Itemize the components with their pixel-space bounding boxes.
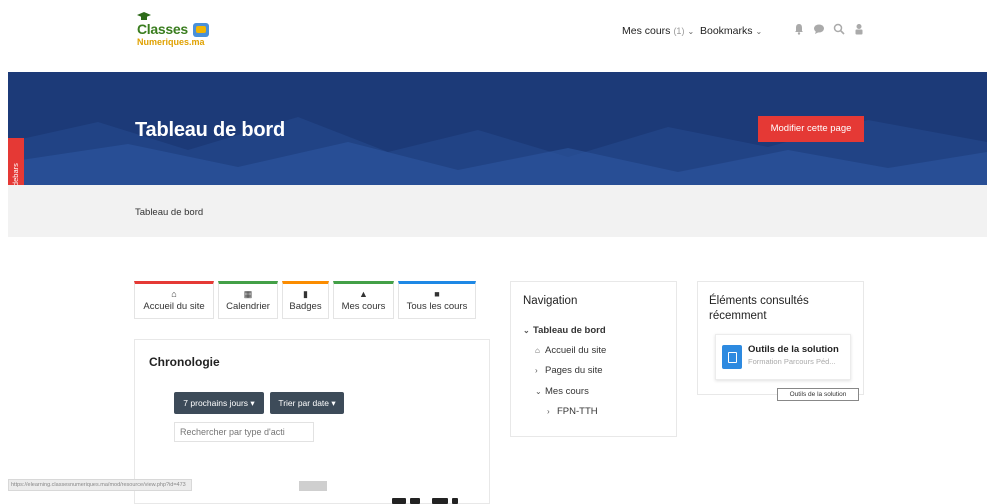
nav-item-label: Pages du site <box>545 365 603 376</box>
chevron-down-icon: ⌄ <box>535 387 542 396</box>
top-navbar: Classes Numeriques.ma Mes cours (1) ⌄ Bo… <box>0 0 987 72</box>
sort-dropdown[interactable]: Trier par date ▾ <box>270 392 344 414</box>
cropped-text-fragment <box>392 492 472 504</box>
archive-icon: ■ <box>434 289 440 299</box>
quick-link-badges[interactable]: ▮ Badges <box>282 281 329 319</box>
nav-item-label: Tableau de bord <box>533 325 606 336</box>
home-icon: ⌂ <box>535 346 540 355</box>
chevron-right-icon: › <box>535 366 538 375</box>
activity-search-input[interactable] <box>174 422 314 442</box>
scroll-chip <box>299 481 327 491</box>
chevron-right-icon: › <box>547 407 550 416</box>
nav-item-mes-cours[interactable]: ⌄ Mes cours <box>535 386 589 397</box>
calendar-icon: ▦ <box>243 289 253 299</box>
browser-status-url: https://elearning.classesnumeriques.ma/m… <box>8 479 192 491</box>
bookmarks-menu[interactable]: Bookmarks ⌄ <box>700 25 762 37</box>
mes-cours-label: Mes cours <box>622 25 671 37</box>
recent-item-title: Outils de la solution <box>748 344 839 355</box>
chat-icon[interactable] <box>813 23 825 35</box>
nav-item-fpn-tth[interactable]: › FPN-TTH <box>547 406 598 417</box>
breadcrumb-bar: Tableau de bord <box>8 185 987 237</box>
quick-link-label: Mes cours <box>341 301 386 312</box>
chevron-down-icon: ⌄ <box>755 26 763 36</box>
bookmark-icon: ▮ <box>303 289 308 299</box>
quick-link-calendrier[interactable]: ▦ Calendrier <box>218 281 278 319</box>
logo-text-line1: Classes <box>137 21 188 37</box>
quick-link-label: Badges <box>289 301 322 312</box>
quick-link-label: Tous les cours <box>406 301 468 312</box>
recent-items-title: Éléments consultés récemment <box>709 295 809 322</box>
nav-item-tableau-de-bord[interactable]: ⌄ Tableau de bord <box>523 325 606 336</box>
nav-item-label: Mes cours <box>545 386 589 397</box>
user-icon[interactable] <box>853 23 865 35</box>
mes-cours-menu[interactable]: Mes cours (1) ⌄ <box>622 25 694 37</box>
navigation-block: Navigation ⌄ Tableau de bord ⌂ Accueil du … <box>510 281 677 437</box>
timeline-title: Chronologie <box>149 355 220 369</box>
caret-down-icon: ▾ <box>250 398 255 408</box>
mes-cours-count: (1) <box>673 26 685 36</box>
graduation-cap-icon: ▲ <box>359 289 368 299</box>
days-filter-label: 7 prochains jours <box>183 398 249 408</box>
navigation-title: Navigation <box>523 295 578 307</box>
site-logo[interactable]: Classes Numeriques.ma <box>135 12 225 50</box>
recent-item-course: Formation Parcours Péd... <box>748 357 836 366</box>
quick-links: ⌂ Accueil du site ▦ Calendrier ▮ Badges … <box>134 281 476 319</box>
quick-link-label: Accueil du site <box>143 301 205 312</box>
file-icon <box>722 345 742 369</box>
nav-item-accueil-du-site[interactable]: ⌂ Accueil du site <box>535 345 606 356</box>
nav-item-label: FPN-TTH <box>557 406 598 417</box>
edit-page-button[interactable]: Modifier cette page <box>758 116 864 142</box>
logo-text-line2: Numeriques.ma <box>137 37 205 47</box>
tooltip: Outils de la solution <box>777 388 859 401</box>
days-filter-dropdown[interactable]: 7 prochains jours ▾ <box>174 392 264 414</box>
quick-link-tous-les-cours[interactable]: ■ Tous les cours <box>398 281 476 319</box>
recent-items-block: Éléments consultés récemment Outils de l… <box>697 281 864 395</box>
nav-item-label: Accueil du site <box>545 345 607 356</box>
top-icon-group <box>793 23 865 35</box>
quick-link-label: Calendrier <box>226 301 270 312</box>
page-header-banner: Tableau de bord Modifier cette page <box>8 72 987 185</box>
search-icon[interactable] <box>833 23 845 35</box>
breadcrumb[interactable]: Tableau de bord <box>135 207 203 218</box>
chevron-down-icon: ⌄ <box>523 326 530 335</box>
bookmarks-label: Bookmarks <box>700 25 753 37</box>
page-title: Tableau de bord <box>135 119 285 141</box>
tablet-icon <box>193 23 209 37</box>
quick-link-accueil[interactable]: ⌂ Accueil du site <box>134 281 214 319</box>
chevron-down-icon: ⌄ <box>687 26 695 36</box>
recent-item-card[interactable]: Outils de la solution Formation Parcours… <box>715 334 851 380</box>
sort-label: Trier par date <box>278 398 330 408</box>
home-icon: ⌂ <box>171 289 177 299</box>
nav-item-pages-du-site[interactable]: › Pages du site <box>535 365 603 376</box>
bell-icon[interactable] <box>793 23 805 35</box>
caret-down-icon: ▾ <box>331 398 336 408</box>
quick-link-mes-cours[interactable]: ▲ Mes cours <box>333 281 394 319</box>
